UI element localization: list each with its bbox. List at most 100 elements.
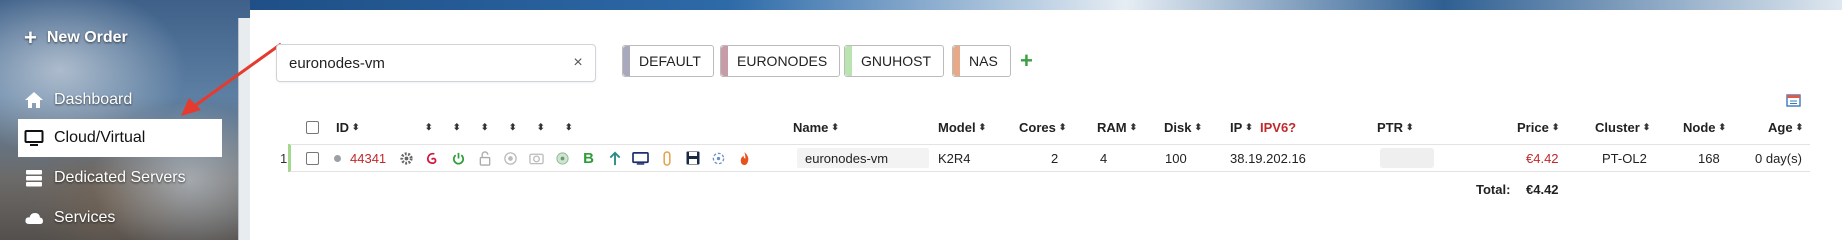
sidebar-item-dedicated-servers[interactable]: Dedicated Servers — [18, 159, 222, 197]
name-field[interactable]: euronodes-vm — [797, 145, 929, 171]
column-disk[interactable]: Disk ⬍ — [1164, 114, 1202, 140]
sidebar-item-services[interactable]: Services — [18, 199, 222, 237]
model-value: K2R4 — [938, 150, 971, 166]
sidebar-item-label: Dashboard — [54, 91, 133, 108]
vm-id-link[interactable]: 44341 — [350, 145, 386, 171]
column-sort[interactable]: ⬍ — [534, 114, 544, 140]
column-node[interactable]: Node ⬍ — [1683, 114, 1726, 140]
firewall-flame-icon[interactable] — [736, 150, 753, 167]
column-cores[interactable]: Cores ⬍ — [1019, 114, 1066, 140]
search-input[interactable] — [277, 45, 557, 81]
table-footer: Total: €4.42 — [290, 176, 1810, 202]
age-value: 0 day(s) — [1755, 150, 1802, 166]
new-order-button[interactable]: + New Order — [24, 26, 128, 50]
sort-icon: ⬍ — [425, 121, 432, 132]
ipv6-toggle[interactable]: IPV6? — [1260, 114, 1296, 140]
sort-icon: ⬍ — [1406, 121, 1413, 132]
sort-icon: ⬍ — [978, 121, 986, 132]
clear-search-icon[interactable]: × — [569, 54, 587, 72]
new-order-label: New Order — [46, 29, 128, 46]
home-icon — [25, 92, 43, 108]
server-icon — [26, 170, 42, 187]
column-ram[interactable]: RAM ⬍ — [1097, 114, 1137, 140]
ip-value: 38.19.202.16 — [1230, 150, 1306, 166]
disk-value: 100 — [1165, 150, 1187, 166]
cluster-value: PT-OL2 — [1602, 150, 1647, 166]
column-age[interactable]: Age ⬍ — [1768, 114, 1803, 140]
column-ptr[interactable]: PTR ⬍ — [1377, 114, 1413, 140]
sort-icon: ⬍ — [352, 121, 359, 132]
column-cluster[interactable]: Cluster ⬍ — [1595, 114, 1650, 140]
tag-label: EURONODES — [737, 53, 828, 69]
backup-icon[interactable] — [502, 150, 519, 167]
sort-icon: ⬍ — [831, 121, 838, 132]
column-sort[interactable]: ⬍ — [450, 114, 460, 140]
search-field[interactable]: × — [276, 44, 596, 82]
cloud-icon — [25, 213, 43, 224]
ptr-field[interactable] — [1380, 145, 1434, 171]
column-sort[interactable]: ⬍ — [478, 114, 488, 140]
bandwidth-b-icon[interactable]: B — [580, 150, 597, 167]
column-price[interactable]: Price ⬍ — [1517, 114, 1559, 140]
attach-iso-icon[interactable] — [658, 150, 675, 167]
reinstall-icon[interactable] — [710, 150, 727, 167]
sort-icon: ⬍ — [565, 121, 572, 132]
column-sort[interactable]: ⬍ — [562, 114, 572, 140]
sort-icon: ⬍ — [481, 121, 488, 132]
unlock-icon[interactable] — [476, 150, 493, 167]
console-monitor-icon[interactable] — [632, 150, 649, 167]
row-checkbox[interactable] — [306, 145, 319, 171]
tag-label: DEFAULT — [639, 53, 701, 69]
sort-icon: ⬍ — [1129, 121, 1137, 132]
status-dot-icon — [334, 145, 341, 171]
column-name[interactable]: Name ⬍ — [793, 114, 839, 140]
tag-default[interactable]: DEFAULT — [622, 45, 714, 77]
tag-gnuhost[interactable]: GNUHOST — [844, 45, 944, 77]
sort-icon: ⬍ — [1795, 121, 1803, 132]
save-floppy-icon[interactable] — [684, 150, 701, 167]
settings-gear-icon[interactable] — [398, 150, 415, 167]
sort-icon: ⬍ — [1718, 121, 1726, 132]
sort-icon: ⬍ — [537, 121, 544, 132]
plus-icon: + — [24, 25, 37, 50]
tag-label: GNUHOST — [861, 53, 931, 69]
sidebar-scrollbar[interactable] — [238, 18, 250, 240]
sort-icon: ⬍ — [1245, 121, 1252, 132]
total-label: Total: — [1476, 181, 1511, 197]
tag-nas[interactable]: NAS — [952, 45, 1011, 77]
row-actions: B — [398, 144, 753, 172]
column-sort[interactable]: ⬍ — [422, 114, 432, 140]
network-icon[interactable] — [554, 150, 571, 167]
cores-value: 2 — [1051, 150, 1059, 166]
export-icon[interactable] — [1786, 92, 1804, 108]
column-ip[interactable]: IP ⬍ — [1230, 114, 1253, 140]
sidebar-item-dashboard[interactable]: Dashboard — [18, 81, 222, 119]
column-id[interactable]: ID ⬍ — [336, 114, 359, 140]
sort-icon: ⬍ — [453, 121, 460, 132]
sort-icon: ⬍ — [1551, 121, 1559, 132]
total-value: €4.42 — [1526, 181, 1559, 197]
sort-icon: ⬍ — [1058, 121, 1066, 132]
select-all-checkbox[interactable] — [306, 114, 319, 140]
snapshot-camera-icon[interactable] — [528, 150, 545, 167]
sort-icon: ⬍ — [509, 121, 516, 132]
add-tag-button[interactable]: + — [1020, 48, 1033, 74]
sort-icon: ⬍ — [1194, 121, 1202, 132]
tag-euronodes[interactable]: EURONODES — [720, 45, 841, 77]
sidebar-item-cloud-virtual[interactable]: Cloud/Virtual — [18, 119, 222, 157]
debian-os-icon[interactable] — [424, 150, 441, 167]
power-icon[interactable] — [450, 150, 467, 167]
column-model[interactable]: Model ⬍ — [938, 114, 986, 140]
node-value: 168 — [1698, 150, 1720, 166]
monitor-icon — [24, 130, 44, 146]
sort-icon: ⬍ — [1642, 121, 1650, 132]
upgrade-arrow-icon[interactable] — [606, 150, 623, 167]
table-header: ID ⬍ ⬍ ⬍ ⬍ ⬍ ⬍ ⬍ Name ⬍ Model ⬍ Cores ⬍ RAM ⬍… — [290, 114, 1810, 140]
column-sort[interactable]: ⬍ — [506, 114, 516, 140]
sidebar-item-label: Services — [54, 209, 116, 226]
ram-value: 4 — [1100, 150, 1108, 166]
tag-label: NAS — [969, 53, 998, 69]
sidebar-item-label: Cloud/Virtual — [54, 129, 146, 146]
price-value: €4.42 — [1526, 150, 1559, 166]
sidebar: + New Order Dashboard Cloud/Virtual Dedi… — [0, 0, 238, 240]
